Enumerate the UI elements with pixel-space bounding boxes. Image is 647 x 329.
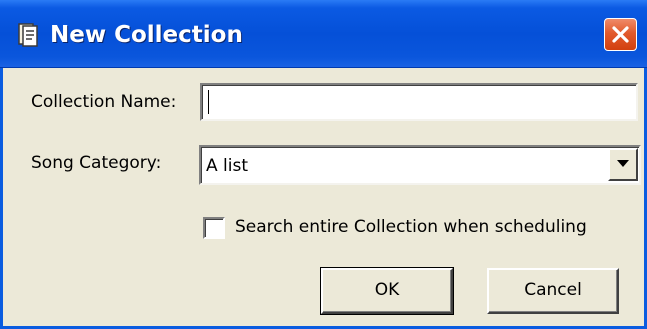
dropdown-button[interactable] <box>608 148 638 181</box>
chevron-down-icon <box>617 160 629 167</box>
ok-button[interactable]: OK <box>320 267 454 315</box>
song-category-label: Song Category: <box>31 153 162 173</box>
new-collection-dialog: New Collection Collection Name: Song Cat… <box>0 0 647 329</box>
close-icon <box>612 26 629 43</box>
collection-name-input[interactable] <box>200 83 638 121</box>
song-category-select[interactable]: A list <box>199 145 641 185</box>
text-caret <box>208 90 209 114</box>
search-entire-collection-checkbox[interactable] <box>203 217 225 239</box>
search-entire-collection-label[interactable]: Search entire Collection when scheduling <box>235 217 587 237</box>
collection-name-label: Collection Name: <box>31 92 177 112</box>
title-bar[interactable]: New Collection <box>0 0 647 68</box>
cancel-button[interactable]: Cancel <box>487 268 619 314</box>
close-button[interactable] <box>604 18 637 51</box>
window-title: New Collection <box>50 22 243 48</box>
song-category-value: A list <box>206 156 249 176</box>
collection-icon <box>16 22 42 48</box>
